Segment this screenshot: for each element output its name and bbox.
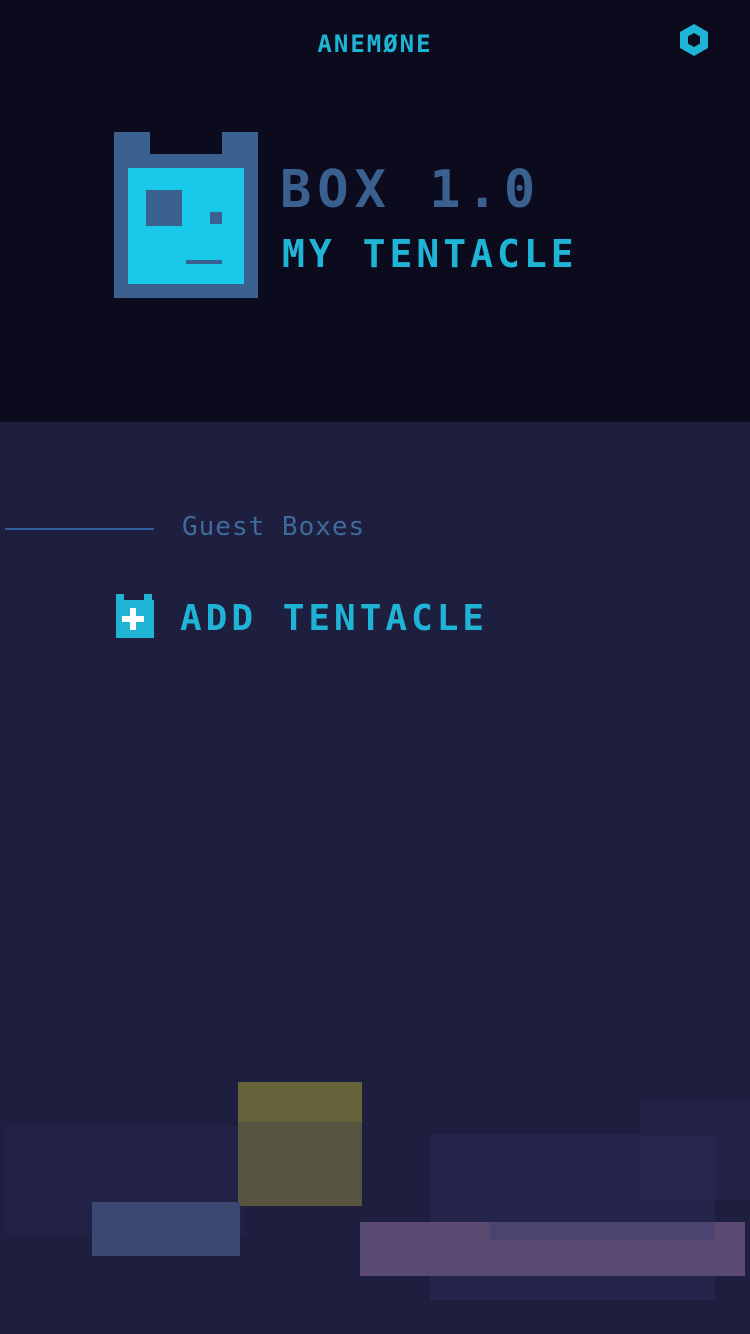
- pixel-box-face-icon: [114, 132, 258, 298]
- hexagon-gear-icon[interactable]: [678, 22, 710, 58]
- plus-box-icon: [114, 594, 156, 638]
- guest-boxes-heading: Guest Boxes: [182, 512, 366, 542]
- add-tentacle-label: ADD TENTACLE: [180, 598, 489, 639]
- decorative-blocks: [0, 1060, 750, 1300]
- add-tentacle-button[interactable]: ADD TENTACLE: [114, 594, 534, 644]
- tentacle-name[interactable]: MY TENTACLE: [282, 230, 578, 278]
- box-version-label: BOX 1.0: [280, 160, 542, 220]
- section-divider: [5, 528, 154, 530]
- app-title: ANEMØNE: [317, 30, 433, 58]
